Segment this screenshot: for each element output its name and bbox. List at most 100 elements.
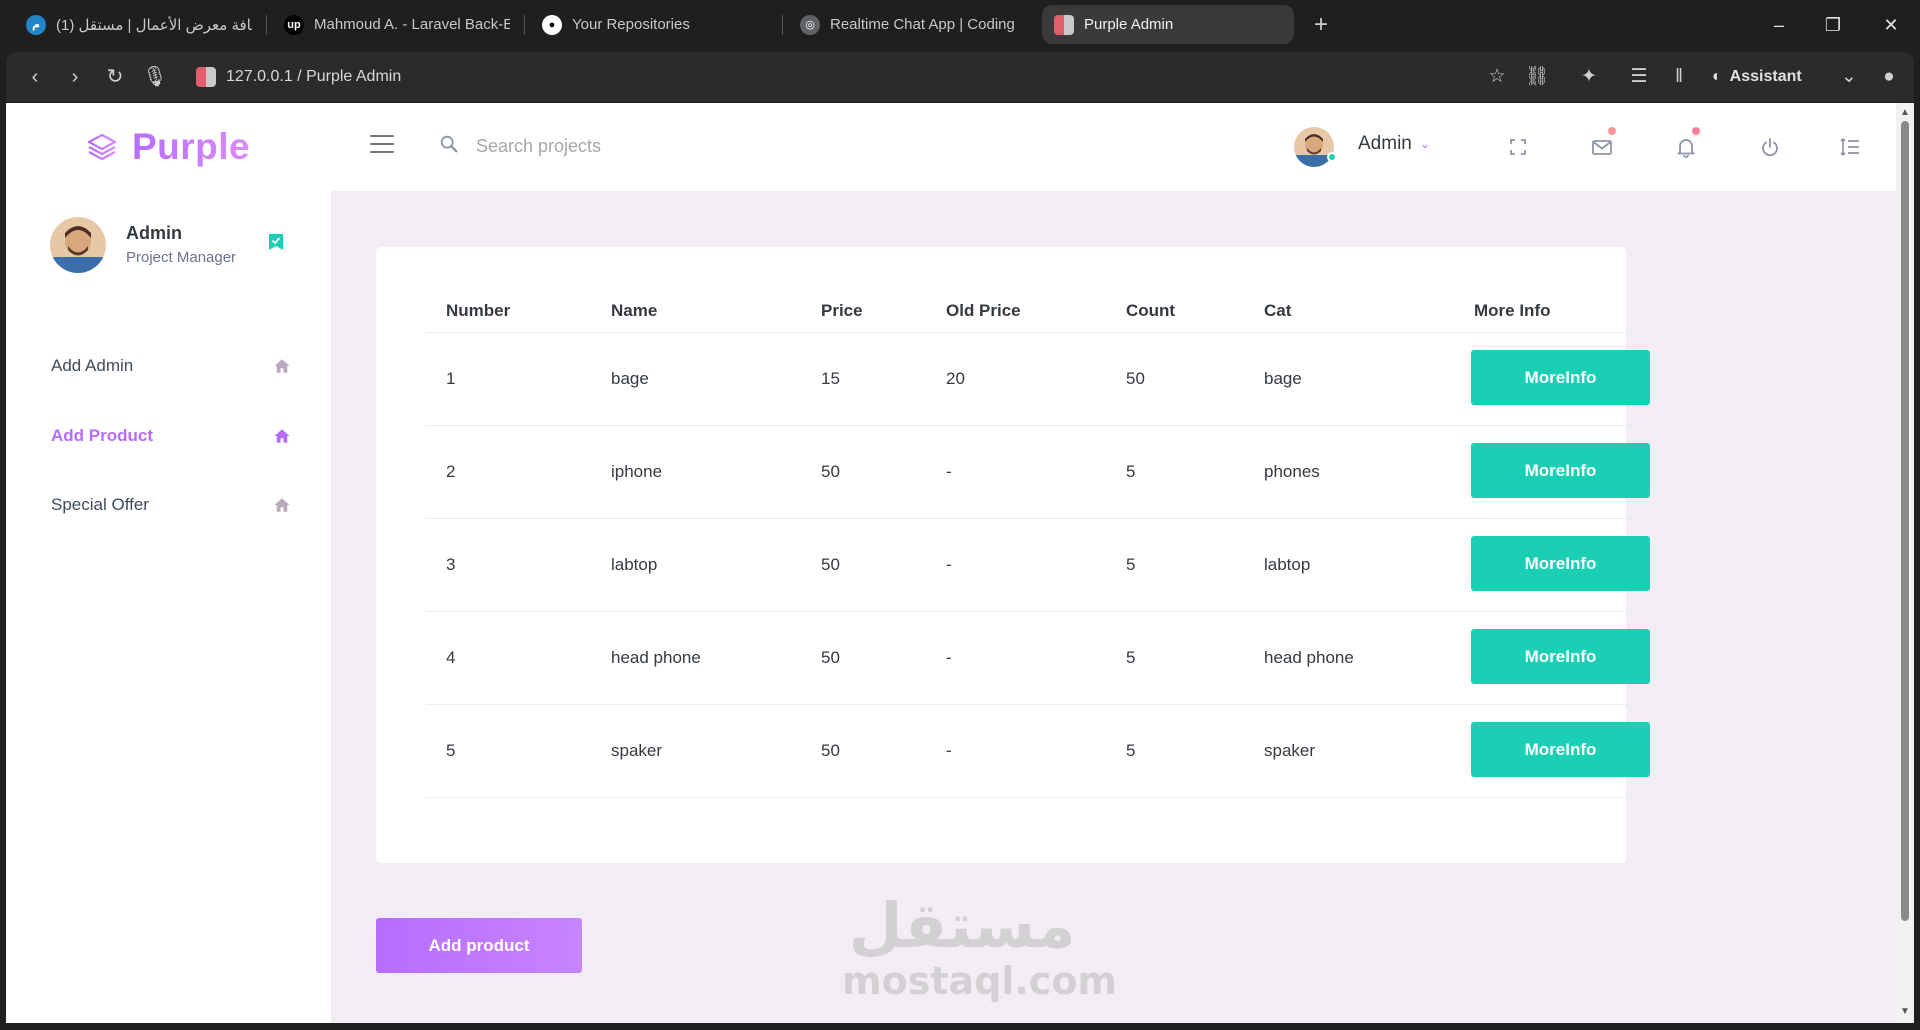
- restore-icon[interactable]: ❐: [1820, 12, 1846, 38]
- cell-cat: labtop: [1264, 555, 1311, 574]
- cell-old-price: -: [946, 462, 952, 481]
- tab-separator: [266, 15, 267, 35]
- menu-toggle-icon[interactable]: [370, 135, 394, 155]
- home-icon: [274, 498, 290, 512]
- github-favicon-icon: ●: [542, 14, 562, 35]
- column-header-price: Price: [821, 301, 863, 320]
- cell-price: 50: [821, 741, 840, 760]
- cell-cat: phones: [1264, 462, 1320, 481]
- browser-tab-upwork[interactable]: up Mahmoud A. - Laravel Back-E: [272, 5, 522, 44]
- scroll-down-arrow-icon[interactable]: ▼: [1900, 1006, 1910, 1017]
- more-info-button[interactable]: MoreInfo: [1471, 629, 1650, 684]
- cell-name: spaker: [611, 741, 663, 760]
- cell-name: bage: [611, 369, 649, 388]
- cell-number: 3: [446, 555, 456, 574]
- cell-number: 5: [446, 741, 456, 760]
- sidebar-item-add-product[interactable]: Add Product: [51, 421, 291, 451]
- scroll-up-arrow-icon[interactable]: ▲: [1900, 107, 1910, 118]
- browser-tab-github[interactable]: ● Your Repositories: [530, 5, 780, 44]
- chevron-down-icon[interactable]: ⌄: [1836, 64, 1862, 90]
- column-header-number: Number: [446, 301, 511, 320]
- upwork-favicon-icon: up: [284, 14, 304, 35]
- page-scrollbar[interactable]: ▲ ▼: [1896, 103, 1914, 1023]
- forward-arrow-icon[interactable]: ›: [62, 64, 88, 90]
- cell-name: labtop: [611, 555, 658, 574]
- more-info-button[interactable]: MoreInfo: [1471, 722, 1650, 777]
- reading-list-icon[interactable]: ☰: [1626, 64, 1652, 90]
- user-dropdown[interactable]: Admin ⌄: [1358, 133, 1430, 155]
- search-input[interactable]: [476, 129, 776, 163]
- cell-price: 50: [821, 462, 840, 481]
- reload-icon[interactable]: ↻: [102, 64, 128, 90]
- close-window-icon[interactable]: ✕: [1878, 12, 1904, 38]
- format-list-icon[interactable]: [1838, 135, 1862, 159]
- mail-icon[interactable]: [1590, 135, 1614, 159]
- brand-name: Purple: [132, 126, 251, 167]
- more-info-button[interactable]: MoreInfo: [1471, 350, 1650, 405]
- online-status-dot: [1327, 152, 1337, 162]
- chevron-down-icon: ⌄: [1419, 137, 1430, 151]
- browser-tab-purple-admin[interactable]: Purple Admin: [1042, 5, 1294, 44]
- fullscreen-icon[interactable]: [1506, 135, 1530, 159]
- bell-icon[interactable]: [1674, 135, 1698, 159]
- tab-separator: [524, 15, 525, 35]
- audio-wave-icon[interactable]: ‖: [1666, 64, 1692, 90]
- cell-old-price: 20: [946, 369, 965, 388]
- layers-icon: [87, 133, 117, 161]
- cell-old-price: -: [946, 648, 952, 667]
- extensions-icon[interactable]: ✦: [1576, 64, 1602, 90]
- column-header-cat: Cat: [1264, 301, 1292, 320]
- assistant-icon: ◐: [1712, 68, 1722, 85]
- assistant-button[interactable]: ◐ Assistant: [1712, 64, 1802, 90]
- table-row: 3 labtop 50 - 5 labtop MoreInfo: [426, 519, 1798, 612]
- minimize-icon[interactable]: –: [1766, 12, 1792, 38]
- cell-old-price: -: [946, 741, 952, 760]
- table-row: 4 head phone 50 - 5 head phone MoreInfo: [426, 612, 1798, 705]
- column-header-count: Count: [1126, 301, 1176, 320]
- mail-badge: [1608, 127, 1616, 135]
- tab-separator: [782, 15, 783, 35]
- url-field[interactable]: 127.0.0.1 / Purple Admin: [196, 65, 401, 89]
- new-tab-plus-icon[interactable]: +: [1307, 11, 1335, 39]
- bookmark-star-icon[interactable]: ☆: [1484, 64, 1510, 90]
- microphone-icon[interactable]: 🎙: [142, 64, 168, 90]
- browser-tab-chat-app[interactable]: ◎ Realtime Chat App | CodingN: [788, 5, 1028, 44]
- profile-role: Project Manager: [126, 249, 237, 266]
- more-info-button[interactable]: MoreInfo: [1471, 443, 1650, 498]
- profile-icon[interactable]: ●: [1876, 64, 1902, 90]
- cell-cat: head phone: [1264, 648, 1354, 667]
- globe-favicon-icon: ◎: [800, 14, 820, 35]
- cell-price: 15: [821, 369, 840, 388]
- browser-tab-mostaql[interactable]: م (1) إضافة معرض الأعمال | مستقل: [14, 5, 264, 44]
- products-table-card: Number Name Price Old Price Count Cat Mo…: [376, 247, 1798, 863]
- cell-count: 5: [1126, 462, 1136, 481]
- table-row: 2 iphone 50 - 5 phones MoreInfo: [426, 426, 1798, 519]
- scrollbar-thumb[interactable]: [1901, 121, 1909, 921]
- brand-logo[interactable]: Purple: [86, 123, 250, 171]
- sidebar-item-special-offer[interactable]: Special Offer: [51, 490, 291, 520]
- sidebar-item-add-admin[interactable]: Add Admin: [51, 351, 291, 381]
- cell-name: iphone: [611, 462, 663, 481]
- power-icon[interactable]: [1758, 135, 1782, 159]
- cell-price: 50: [821, 648, 840, 667]
- cell-number: 1: [446, 369, 456, 388]
- home-icon: [274, 429, 290, 443]
- bookmark-check-icon: [269, 234, 283, 250]
- more-info-button[interactable]: MoreInfo: [1471, 536, 1650, 591]
- page-viewport: Purple Admin ⌄: [6, 103, 1896, 1023]
- cell-cat: bage: [1264, 369, 1302, 388]
- cell-count: 5: [1126, 648, 1136, 667]
- back-arrow-icon[interactable]: ‹: [22, 64, 48, 90]
- home-icon: [274, 359, 290, 373]
- cell-price: 50: [821, 555, 840, 574]
- column-header-more-info: More Info: [1474, 301, 1551, 320]
- cell-old-price: -: [946, 555, 952, 574]
- profile-name: Admin: [126, 223, 182, 243]
- browser-tab-bar: م (1) إضافة معرض الأعمال | مستقل up Mahm…: [0, 0, 1920, 50]
- link-icon[interactable]: ⛓: [1524, 64, 1550, 90]
- search-icon: [440, 135, 458, 153]
- cell-count: 5: [1126, 741, 1136, 760]
- sidebar: Admin Project Manager Add Admin Add Prod…: [6, 191, 331, 1023]
- add-product-button[interactable]: Add product: [376, 918, 582, 973]
- profile-avatar[interactable]: [50, 217, 106, 273]
